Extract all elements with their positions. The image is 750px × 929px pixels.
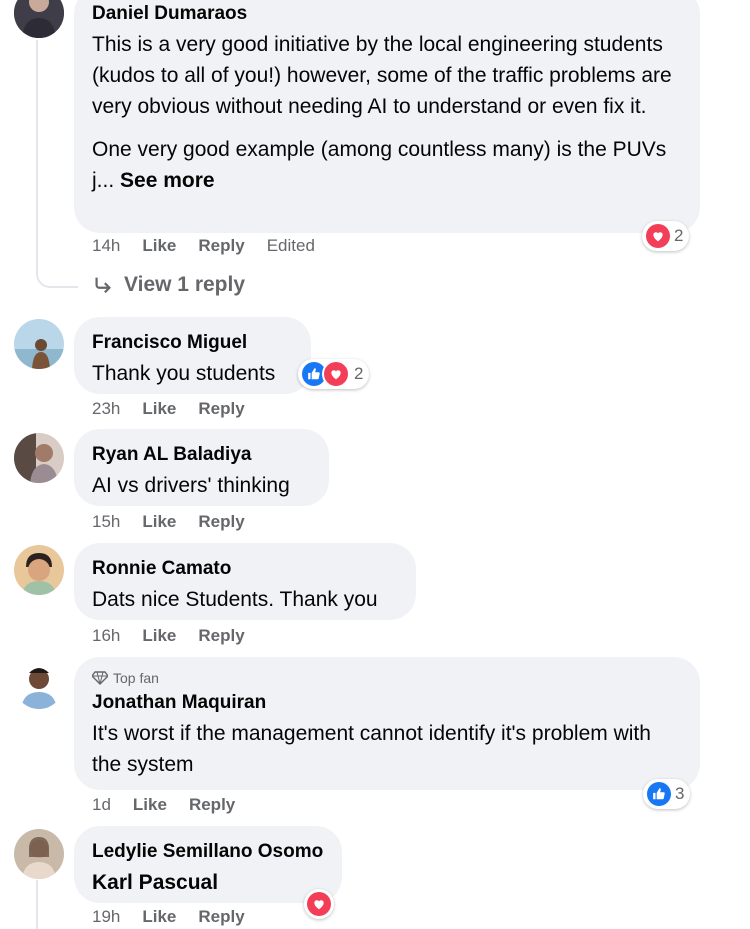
reply-button[interactable]: Reply [198,626,244,646]
reaction-count: 2 [354,364,364,383]
comment-paragraph: One very good example (among countless m… [92,134,682,196]
reply-button[interactable]: Reply [189,795,235,815]
comment-timestamp[interactable]: 1d [92,795,111,815]
comment-author[interactable]: Ryan AL Baladiya [92,443,311,467]
thread-line [36,40,38,270]
thread-line [36,880,38,929]
comment-text: It's worst if the management cannot iden… [92,722,651,776]
like-button[interactable]: Like [142,626,176,646]
comment-text: Dats nice Students. Thank you [92,588,378,611]
comment-bubble: Ryan AL Baladiya AI vs drivers' thinking [74,429,329,506]
reaction-summary[interactable] [304,889,334,919]
comment-bubble: Francisco Miguel Thank you students [74,317,311,394]
edited-label: Edited [266,236,315,255]
like-button[interactable]: Like [133,795,167,815]
avatar[interactable] [14,829,64,879]
reply-arrow-icon [95,277,111,294]
top-fan-label: Top fan [113,670,159,686]
heart-icon [307,892,331,916]
comment-author[interactable]: Ledylie Semillano Osomo [92,840,324,864]
comment-actions: 14h Like Reply Edited [92,236,315,256]
like-button[interactable]: Like [142,907,176,927]
heart-icon [322,360,350,388]
comment-timestamp[interactable]: 14h [92,236,120,256]
reply-button[interactable]: Reply [198,236,244,256]
comment-author[interactable]: Francisco Miguel [92,331,293,355]
reaction-count: 2 [674,226,684,245]
comment-actions: 23h Like Reply [92,399,245,419]
comment-text: This is a very good initiative by the lo… [92,29,682,196]
avatar[interactable] [14,319,64,369]
top-fan-badge: Top fan [92,669,682,687]
heart-icon [646,224,670,248]
comment-actions: 1d Like Reply [92,795,235,815]
tagged-mention[interactable]: Karl Pascual [92,867,324,898]
like-button[interactable]: Like [142,512,176,532]
comment-text: AI vs drivers' thinking [92,474,290,497]
reply-button[interactable]: Reply [198,512,244,532]
like-button[interactable]: Like [142,236,176,256]
avatar[interactable] [14,0,64,38]
comment-bubble: Ledylie Semillano Osomo Karl Pascual [74,826,342,903]
avatar[interactable] [14,433,64,483]
reply-button[interactable]: Reply [198,907,244,927]
reaction-summary[interactable]: 2 [298,359,370,389]
comment-timestamp[interactable]: 16h [92,626,120,646]
reaction-summary[interactable]: 2 [642,221,690,251]
comment-author[interactable]: Jonathan Maquiran [92,691,682,715]
comment-paragraph: This is a very good initiative by the lo… [92,33,672,118]
diamond-icon [92,671,108,685]
comment-actions: 15h Like Reply [92,512,245,532]
comment-author[interactable]: Ronnie Camato [92,557,398,581]
reaction-summary[interactable]: 3 [643,779,691,809]
comment-author[interactable]: Daniel Dumaraos [92,2,682,26]
avatar[interactable] [14,545,64,595]
reaction-count: 3 [675,784,685,803]
comment-bubble: Daniel Dumaraos This is a very good init… [74,0,700,233]
comment-actions: 19h Like Reply [92,907,245,927]
comment-timestamp[interactable]: 15h [92,512,120,532]
avatar[interactable] [14,659,64,709]
see-more-link[interactable]: See more [120,169,215,192]
view-replies-button[interactable]: View 1 reply [92,273,245,297]
like-reaction-icon [647,782,671,806]
view-replies-label: View 1 reply [124,273,246,296]
thread-connector [36,250,78,288]
reply-button[interactable]: Reply [198,399,244,419]
comment-bubble: Top fan Jonathan Maquiran It's worst if … [74,657,700,790]
comment-actions: 16h Like Reply [92,626,245,646]
comment-text: Thank you students [92,362,276,385]
comment-timestamp[interactable]: 23h [92,399,120,419]
comment-timestamp[interactable]: 19h [92,907,120,927]
like-button[interactable]: Like [142,399,176,419]
comment-bubble: Ronnie Camato Dats nice Students. Thank … [74,543,416,620]
